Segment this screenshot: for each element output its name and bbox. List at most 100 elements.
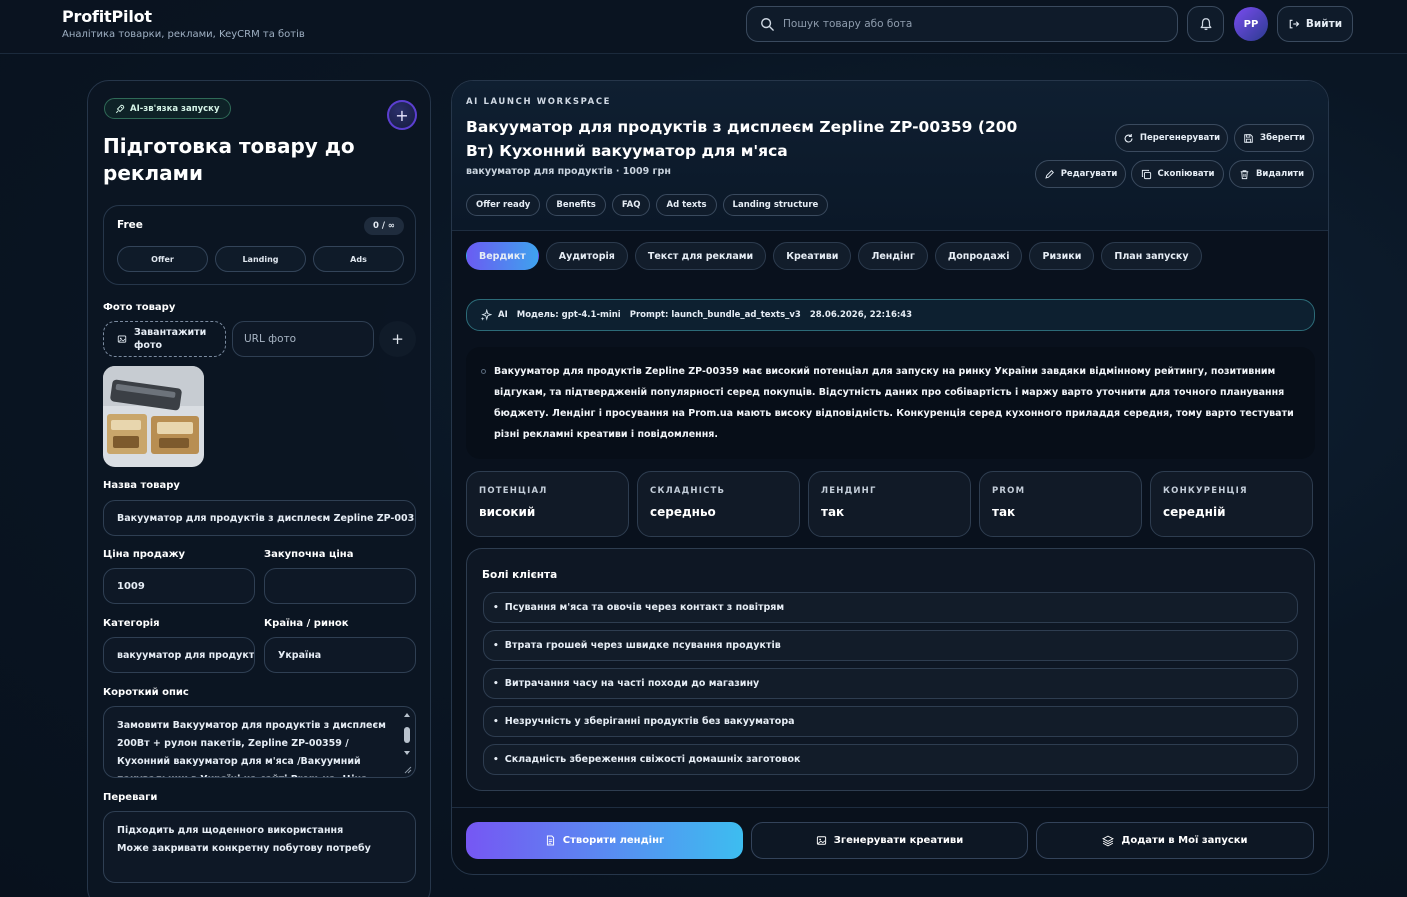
bell-icon — [1199, 17, 1213, 31]
brand-subtitle: Аналітика товарки, реклами, KeyCRM та бо… — [62, 29, 305, 40]
create-landing-label: Створити лендінг — [562, 835, 665, 846]
workspace-tabs: Вердикт Аудиторія Текст для реклами Креа… — [466, 242, 1202, 270]
bullet-icon: • — [493, 602, 499, 613]
regenerate-button[interactable]: Перегенерувати — [1115, 124, 1228, 152]
plus-icon: + — [391, 330, 404, 348]
product-name-field[interactable] — [103, 500, 416, 536]
short-desc-textarea[interactable]: Замовити Вакууматор для продуктів з дисп… — [103, 706, 416, 778]
photo-url-input[interactable] — [244, 333, 373, 345]
workspace-label: AI LAUNCH WORKSPACE — [466, 97, 612, 107]
top-bar: ProfitPilot Аналітика товарки, реклами, … — [0, 0, 1407, 54]
price-input[interactable] — [117, 580, 254, 592]
refresh-icon — [1123, 133, 1134, 144]
plan-name: Free — [117, 219, 143, 231]
tab-landing[interactable]: Лендінг — [858, 242, 928, 270]
metric-card: СКЛАДНІСТЬ середньо — [637, 471, 800, 537]
country-field[interactable] — [264, 637, 416, 673]
benefits-label: Переваги — [103, 792, 158, 803]
save-label: Зберегти — [1260, 133, 1305, 143]
search-bar[interactable] — [746, 6, 1178, 42]
notifications-button[interactable] — [1187, 6, 1224, 42]
add-to-launches-button[interactable]: Додати в Мої запуски — [1036, 822, 1314, 859]
edit-icon — [1044, 169, 1055, 180]
short-desc-text: Замовити Вакууматор для продуктів з дисп… — [117, 720, 386, 777]
cost-field[interactable] — [264, 568, 416, 604]
generate-creatives-button[interactable]: Згенерувати креативи — [751, 822, 1028, 859]
category-input[interactable] — [117, 649, 254, 661]
benefit-line: Підходить для щоденного використання — [117, 825, 344, 836]
plus-icon: + — [395, 105, 409, 125]
metric-card: ЛЕНДИНГ так — [808, 471, 971, 537]
bullet-icon: • — [493, 716, 499, 727]
delete-button[interactable]: Видалити — [1229, 160, 1314, 188]
logout-button[interactable]: Вийти — [1277, 6, 1353, 42]
tab-risks[interactable]: Ризики — [1029, 242, 1095, 270]
benefits-textarea[interactable]: Підходить для щоденного використання Мож… — [103, 811, 416, 883]
add-product-button[interactable]: + — [387, 100, 417, 130]
metric-value: високий — [479, 505, 536, 519]
metric-value: середній — [1163, 505, 1226, 519]
product-photo-thumbnail[interactable] — [103, 366, 204, 467]
chip-benefits[interactable]: Benefits — [546, 194, 606, 216]
verdict-bullet — [481, 369, 486, 374]
bullet-icon: • — [493, 640, 499, 651]
country-input[interactable] — [278, 649, 415, 661]
brand[interactable]: ProfitPilot Аналітика товарки, реклами, … — [62, 7, 305, 40]
pain-text: Втрата грошей через швидке псування прод… — [504, 640, 781, 651]
edit-button[interactable]: Редагувати — [1035, 160, 1126, 188]
metric-label: ЛЕНДИНГ — [821, 486, 877, 496]
tab-verdict[interactable]: Вердикт — [466, 242, 539, 270]
verdict-text: Вакууматор для продуктів Zepline ZP-0035… — [494, 366, 1294, 440]
save-icon — [1243, 133, 1254, 144]
cost-input[interactable] — [278, 580, 415, 592]
product-prep-panel: AI-зв'язка запуску + Підготовка товару д… — [87, 80, 431, 897]
brand-title: ProfitPilot — [62, 7, 152, 26]
metric-label: КОНКУРЕНЦІЯ — [1163, 486, 1248, 496]
list-item: • Складність збереження свіжості домашні… — [483, 744, 1298, 775]
upload-photo-button[interactable]: Завантажити фото — [103, 321, 226, 357]
pain-text: Незручність у зберіганні продуктів без в… — [504, 716, 795, 727]
list-item: • Витрачання часу на часті походи до маг… — [483, 668, 1298, 699]
photo-url-field[interactable] — [232, 321, 374, 357]
category-field[interactable] — [103, 637, 255, 673]
copy-icon — [1141, 169, 1152, 180]
plan-pill-landing[interactable]: Landing — [215, 246, 306, 272]
add-photo-url-button[interactable]: + — [379, 321, 416, 357]
list-item: • Втрата грошей через швидке псування пр… — [483, 630, 1298, 661]
product-name-input[interactable] — [117, 512, 415, 524]
trash-icon — [1239, 169, 1250, 180]
badge-label: AI-зв'язка запуску — [130, 103, 220, 114]
tab-launch-plan[interactable]: План запуску — [1101, 242, 1202, 270]
avatar[interactable]: PP — [1234, 7, 1268, 41]
generate-creatives-label: Згенерувати креативи — [833, 835, 964, 846]
tab-ad-text[interactable]: Текст для реклами — [634, 242, 767, 270]
save-button[interactable]: Зберегти — [1234, 124, 1314, 152]
plan-pill-ads[interactable]: Ads — [313, 246, 404, 272]
chip-landing-structure[interactable]: Landing structure — [722, 194, 829, 216]
metric-value: середньо — [650, 505, 716, 519]
chip-faq[interactable]: FAQ — [611, 194, 651, 216]
tab-upsells[interactable]: Допродажі — [934, 242, 1023, 270]
price-label: Ціна продажу — [103, 549, 186, 560]
price-field[interactable] — [103, 568, 255, 604]
customer-pains-card: Болі клієнта • Псування м'яса та овочів … — [466, 548, 1315, 791]
chip-ad-texts[interactable]: Ad texts — [656, 194, 717, 216]
copy-button[interactable]: Скопіювати — [1131, 160, 1224, 188]
sparkle-icon — [480, 309, 492, 321]
plan-card: Free 0 / ∞ Offer Landing Ads — [103, 205, 416, 285]
tab-audience[interactable]: Аудиторія — [545, 242, 628, 270]
plan-usage-badge: 0 / ∞ — [363, 217, 404, 235]
metric-label: ПОТЕНЦІАЛ — [479, 486, 548, 496]
chip-offer-ready[interactable]: Offer ready — [466, 194, 541, 216]
product-title: Вакууматор для продуктів з дисплеєм Zepl… — [466, 118, 1018, 160]
tab-creatives[interactable]: Креативи — [773, 242, 852, 270]
plan-pill-offer[interactable]: Offer — [117, 246, 208, 272]
search-input[interactable] — [783, 18, 1163, 30]
list-item: • Псування м'яса та овочів через контакт… — [483, 592, 1298, 623]
create-landing-button[interactable]: Створити лендінг — [466, 822, 743, 859]
category-label: Категорія — [103, 618, 160, 629]
launch-workspace-panel: AI LAUNCH WORKSPACE Вакууматор для проду… — [451, 80, 1329, 875]
rocket-icon — [115, 104, 125, 114]
short-desc-scrollbar[interactable] — [402, 711, 412, 775]
pain-text: Псування м'яса та овочів через контакт з… — [504, 602, 785, 613]
